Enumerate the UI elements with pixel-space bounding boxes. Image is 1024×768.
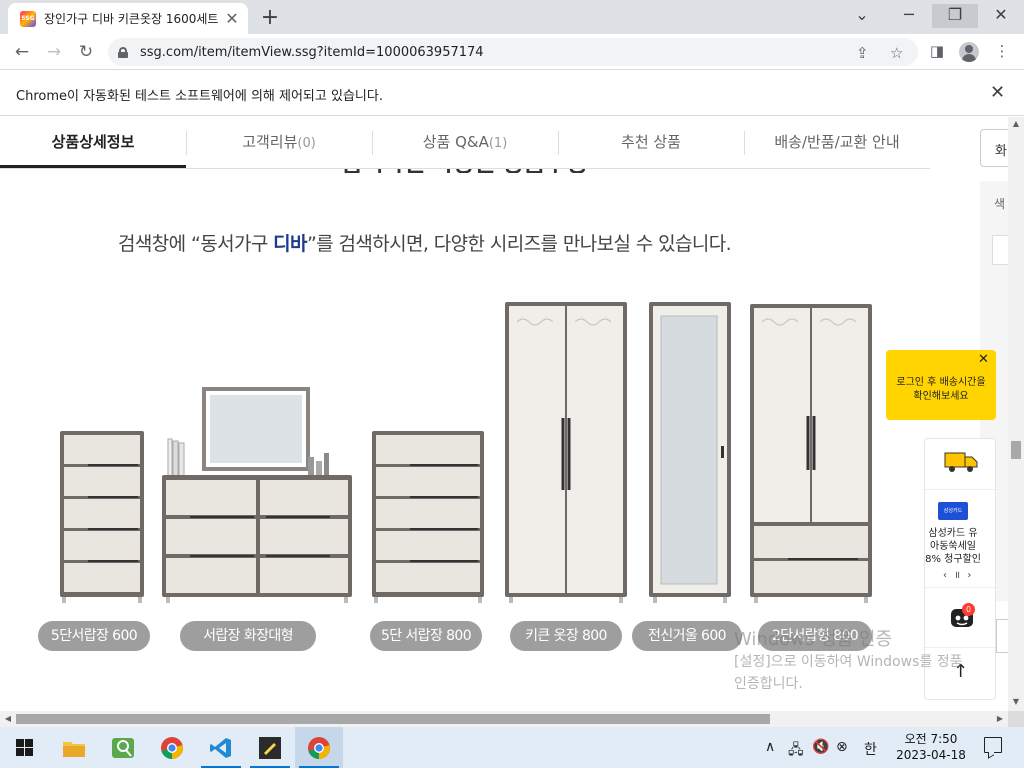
start-button[interactable] <box>0 727 48 768</box>
side-panel-icon[interactable]: ◨ <box>926 42 948 60</box>
tab-customer-review[interactable]: 고객리뷰(0) <box>186 117 372 168</box>
tab-close-icon[interactable]: ✕ <box>224 9 240 28</box>
minimize-button[interactable]: ─ <box>886 4 932 28</box>
tall-wardrobe-800-image <box>505 302 627 603</box>
scrollbar-corner <box>1008 711 1024 727</box>
map-app-icon <box>112 737 134 758</box>
tray-overflow-chevron-icon[interactable]: ∧ <box>765 739 775 755</box>
profile-avatar-icon[interactable] <box>959 42 979 62</box>
product-label-mirror-600: 전신거울 600 <box>632 621 742 651</box>
browser-tab-strip: SSG 장인가구 디바 키큰옷장 1600세트 ✕ + ⌄ ─ ❐ ✕ <box>0 0 1024 34</box>
ssg-favicon-icon: SSG <box>20 10 36 27</box>
clock-time: 오전 7:50 <box>904 732 958 746</box>
tab-shipping-returns[interactable]: 배송/반품/교환 안내 <box>744 117 930 168</box>
scroll-up-arrow-icon[interactable]: ▲ <box>1008 119 1024 128</box>
horizontal-scroll-thumb[interactable] <box>16 714 770 724</box>
url-text[interactable]: ssg.com/item/itemView.ssg?itemId=1000063… <box>140 45 484 60</box>
vertical-scroll-thumb[interactable] <box>1011 441 1021 459</box>
windows-logo-icon <box>15 739 33 756</box>
address-bar[interactable]: ssg.com/item/itemView.ssg?itemId=1000063… <box>108 38 918 66</box>
card-promo-text[interactable]: 삼성카드 유아동쑥세일 8% 청구할인 <box>925 527 981 566</box>
wardrobe-2-drawer-800-image <box>750 304 872 603</box>
notification-center-icon[interactable] <box>984 737 1002 753</box>
clock-date: 2023-04-18 <box>896 748 966 762</box>
tab-product-qna[interactable]: 상품 Q&A(1) <box>372 117 558 168</box>
product-label-chest-800: 5단 서랍장 800 <box>370 621 482 651</box>
automation-infobar: Chrome이 자동화된 테스트 소프트웨어에 의해 제어되고 있습니다. ✕ <box>0 71 1024 116</box>
delivery-truck-icon[interactable] <box>943 449 979 475</box>
samsung-card-logo[interactable]: 삼성카드 <box>938 502 968 520</box>
infobar-close-icon[interactable]: ✕ <box>990 82 1005 103</box>
right-side-button[interactable]: 화 <box>980 129 1008 167</box>
brand-name: 디바 <box>273 233 307 255</box>
taskbar-chrome-active[interactable] <box>295 727 343 768</box>
chat-badge: 0 <box>962 603 975 616</box>
right-collapse-arrows-icon[interactable]: ›‹ <box>996 619 1008 653</box>
infobar-message: Chrome이 자동화된 테스트 소프트웨어에 의해 제어되고 있습니다. <box>16 89 383 104</box>
search-guide-text: 검색창에 “동서가구 디바”를 검색하시면, 다양한 시리즈를 만나보실 수 있… <box>118 233 732 255</box>
share-icon[interactable]: ⇪ <box>856 44 869 62</box>
taskbar-maps-app[interactable] <box>99 727 147 768</box>
tab-search-chevron-icon[interactable]: ⌄ <box>839 4 885 28</box>
product-tabs: 상품상세정보 고객리뷰(0) 상품 Q&A(1) 추천 상품 배송/반품/교환 … <box>0 117 930 169</box>
windows-taskbar: ∧ 🖧 🔇 ⊗ 한 오전 7:50 2023-04-18 <box>0 727 1024 768</box>
bookmark-star-icon[interactable]: ☆ <box>890 44 903 62</box>
tooltip-close-icon[interactable]: ✕ <box>978 352 989 367</box>
tooltip-text: 로그인 후 배송시간을 확인해보세요 <box>896 377 986 402</box>
right-panel-field[interactable] <box>992 235 1008 265</box>
back-button[interactable]: ← <box>10 41 34 63</box>
reload-button[interactable]: ↻ <box>74 41 98 63</box>
volume-muted-icon[interactable]: 🔇 <box>812 739 829 755</box>
close-window-button[interactable]: ✕ <box>978 4 1024 28</box>
product-label-dresser: 서랍장 화장대형 <box>180 621 316 651</box>
taskbar-file-explorer[interactable] <box>50 727 98 768</box>
status-x-icon[interactable]: ⊗ <box>836 739 848 755</box>
delivery-login-tooltip: ✕ 로그인 후 배송시간을 확인해보세요 <box>886 350 996 420</box>
browser-toolbar: ← → ↻ ssg.com/item/itemView.ssg?itemId=1… <box>0 34 1024 70</box>
folder-icon <box>63 741 85 757</box>
windows-activation-watermark: Windows 정품 인증 [설정]으로 이동하여 Windows를 정품 인증… <box>734 629 963 692</box>
page-viewport: 검색하면 다양한 상품구성 상품상세정보 고객리뷰(0) 상품 Q&A(1) 추… <box>0 117 1008 711</box>
taskbar-sticky-app[interactable] <box>246 727 294 768</box>
scroll-down-arrow-icon[interactable]: ▼ <box>1008 697 1024 706</box>
notes-app-icon <box>259 736 281 759</box>
vertical-scrollbar[interactable]: ▲ ▼ <box>1008 117 1024 711</box>
horizontal-scrollbar[interactable]: ◀ ▶ <box>0 711 1008 727</box>
tab-title: 장인가구 디바 키큰옷장 1600세트 <box>44 12 219 26</box>
right-panel-label: 색 <box>994 197 1006 211</box>
taskbar-vscode[interactable] <box>197 727 245 768</box>
chest-5-drawer-600-image <box>60 431 144 603</box>
network-icon[interactable]: 🖧 <box>788 739 804 763</box>
new-tab-button[interactable]: + <box>258 5 282 30</box>
product-label-wardrobe-800: 키큰 옷장 800 <box>510 621 622 651</box>
scroll-right-arrow-icon[interactable]: ▶ <box>992 714 1008 723</box>
browser-tab[interactable]: SSG 장인가구 디바 키큰옷장 1600세트 ✕ <box>8 3 248 34</box>
chrome-icon <box>308 736 330 759</box>
restore-button[interactable]: ❐ <box>932 4 978 28</box>
ime-indicator[interactable]: 한 <box>864 739 877 759</box>
chrome-icon <box>161 736 183 759</box>
taskbar-clock[interactable]: 오전 7:50 2023-04-18 <box>890 731 972 763</box>
full-mirror-600-image <box>649 302 731 603</box>
chest-5-drawer-800-image <box>372 431 484 603</box>
tab-recommended[interactable]: 추천 상품 <box>558 117 744 168</box>
taskbar-chrome[interactable] <box>148 727 196 768</box>
lock-icon[interactable] <box>118 46 128 58</box>
menu-kebab-icon[interactable]: ⋮ <box>991 42 1013 60</box>
dresser-vanity-image <box>162 387 352 603</box>
promo-carousel-controls[interactable]: ‹ ॥ › <box>943 567 973 581</box>
vscode-icon <box>210 737 231 758</box>
scroll-left-arrow-icon[interactable]: ◀ <box>0 714 16 723</box>
forward-button[interactable]: → <box>42 41 66 63</box>
product-label-chest-600: 5단서랍장 600 <box>38 621 150 651</box>
tab-product-detail[interactable]: 상품상세정보 <box>0 117 186 168</box>
